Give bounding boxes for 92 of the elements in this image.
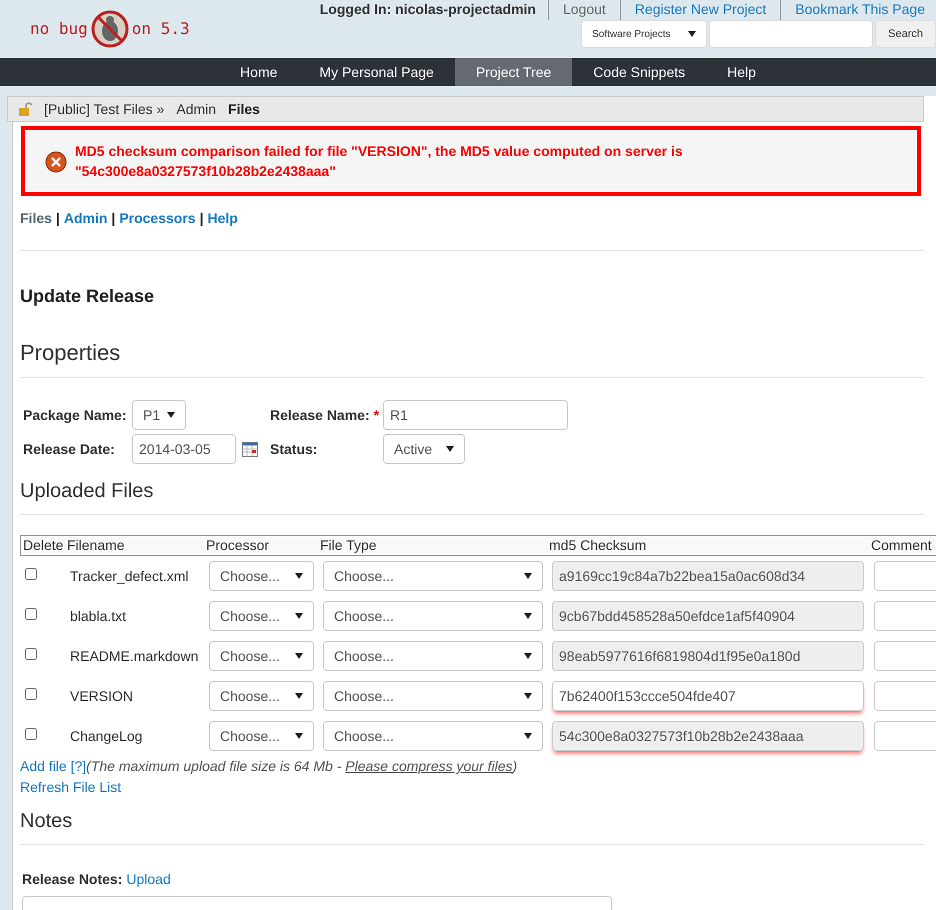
delete-checkbox[interactable] <box>25 728 37 740</box>
breadcrumb-item: Files <box>228 100 260 118</box>
comment-field[interactable] <box>874 561 936 591</box>
page-title: Update Release <box>20 285 156 308</box>
column-header: File Type <box>320 536 378 555</box>
filename: blabla.txt <box>70 606 128 626</box>
caret-icon <box>295 693 303 699</box>
caret-icon <box>167 412 175 418</box>
caret-icon <box>295 573 303 579</box>
refresh-link[interactable]: Refresh File List <box>20 777 924 798</box>
subnav-link[interactable]: Admin <box>64 208 108 229</box>
caret-icon <box>295 613 303 619</box>
subnav-link[interactable]: Help <box>208 208 238 229</box>
filename: README.markdown <box>70 646 200 666</box>
calendar-icon[interactable] <box>242 442 258 456</box>
upload-note: ) <box>512 758 518 774</box>
section-heading: Uploaded Files <box>20 479 154 504</box>
comment-field[interactable] <box>874 721 936 751</box>
search-button[interactable]: Search <box>875 20 936 48</box>
caret-icon <box>524 653 532 659</box>
comment-field[interactable] <box>874 681 936 711</box>
caret-icon <box>524 613 532 619</box>
release-name-field[interactable]: R1 <box>383 400 568 430</box>
comment-field[interactable] <box>874 601 936 631</box>
section-heading: Properties <box>20 339 122 367</box>
file-type-select[interactable]: Choose... <box>323 601 543 631</box>
file-type-select[interactable]: Choose... <box>323 561 543 591</box>
caret-icon <box>524 733 532 739</box>
nav-tab[interactable]: Code Snippets <box>572 58 706 86</box>
subnav-link[interactable]: Files <box>20 208 52 229</box>
processor-select[interactable]: Choose... <box>209 561 314 591</box>
column-header: Comment <box>871 536 932 555</box>
padlock-icon <box>18 102 32 116</box>
separator: | <box>111 209 116 228</box>
scope-select[interactable]: Software Projects <box>581 20 708 48</box>
field-label: Release Date: <box>23 440 116 458</box>
caret-icon <box>524 693 532 699</box>
search-field[interactable] <box>709 20 874 48</box>
nav-tab[interactable]: Home <box>219 58 298 86</box>
checksum-field[interactable]: 54c300e8a0327573f10b28b2e2438aaa <box>552 721 864 751</box>
column-header: Processor <box>206 536 270 555</box>
processor-select[interactable]: Choose... <box>209 721 314 751</box>
column-header: Filename <box>67 536 126 555</box>
file-type-select[interactable]: Choose... <box>323 641 543 671</box>
filename: ChangeLog <box>70 726 144 746</box>
breadcrumb-item[interactable]: [Public] Test Files » <box>44 98 164 120</box>
delete-checkbox[interactable] <box>25 688 37 700</box>
delete-checkbox[interactable] <box>25 608 37 620</box>
nav-tab[interactable]: Help <box>706 58 777 86</box>
logo[interactable]: no bug on 5.3 <box>0 0 240 58</box>
caret-icon <box>688 31 696 37</box>
checksum-field[interactable]: a9169cc19c84a7b22bea15a0ac608d34 <box>552 561 864 591</box>
upload-note: (The maximum upload file size is 64 Mb - <box>86 758 342 774</box>
add-file-link[interactable]: Add file [?] <box>20 756 86 777</box>
caret-icon <box>446 446 454 452</box>
error-icon <box>45 151 67 173</box>
caret-icon <box>295 653 303 659</box>
field-label: Status: <box>270 440 318 458</box>
caret-icon <box>524 573 532 579</box>
processor-select[interactable]: Choose... <box>209 641 314 671</box>
release-date-field[interactable]: 2014-03-05 <box>132 434 236 464</box>
package-select[interactable]: P1 <box>132 400 186 430</box>
subnav-link[interactable]: Processors <box>119 208 196 229</box>
section-heading: Notes <box>20 809 74 834</box>
file-type-select[interactable]: Choose... <box>323 681 543 711</box>
delete-checkbox[interactable] <box>25 648 37 660</box>
checksum-field[interactable]: 7b62400f153ccce504fde407 <box>552 681 864 711</box>
logged-in-text: Logged In: nicolas-projectadmin <box>320 0 537 19</box>
field-label: Release Notes: <box>22 870 122 889</box>
filename: Tracker_defect.xml <box>70 566 190 586</box>
processor-select[interactable]: Choose... <box>209 601 314 631</box>
separator: | <box>200 209 204 228</box>
filename: VERSION <box>70 686 134 706</box>
field-label: Package Name: <box>23 406 128 425</box>
comment-field[interactable] <box>874 641 936 671</box>
column-header: Delete <box>23 536 64 555</box>
nav-tab[interactable]: Project Tree <box>454 58 572 86</box>
nav-tab[interactable]: My Personal Page <box>298 58 455 86</box>
status-select[interactable]: Active <box>383 434 465 464</box>
field-label: Release Name: <box>270 406 370 424</box>
upload-link[interactable]: Upload <box>126 869 171 890</box>
error-message: MD5 checksum comparison failed for file "VERSION", the MD5 value computed on server is "54c300e8a0327573f10b28b2e2438aaa" <box>75 142 683 181</box>
checksum-field[interactable]: 98eab5977616f6819804d1f95e0a180d <box>552 641 864 671</box>
column-header: md5 Checksum <box>549 536 648 555</box>
delete-checkbox[interactable] <box>25 568 37 580</box>
processor-select[interactable]: Choose... <box>209 681 314 711</box>
required-mark: * <box>374 406 380 424</box>
checksum-field[interactable]: 9cb67bdd458528a50efdce1af5f40904 <box>552 601 864 631</box>
separator: | <box>56 209 60 228</box>
caret-icon <box>295 733 303 739</box>
file-type-select[interactable]: Choose... <box>323 721 543 751</box>
breadcrumb-item[interactable]: Admin <box>176 98 216 120</box>
